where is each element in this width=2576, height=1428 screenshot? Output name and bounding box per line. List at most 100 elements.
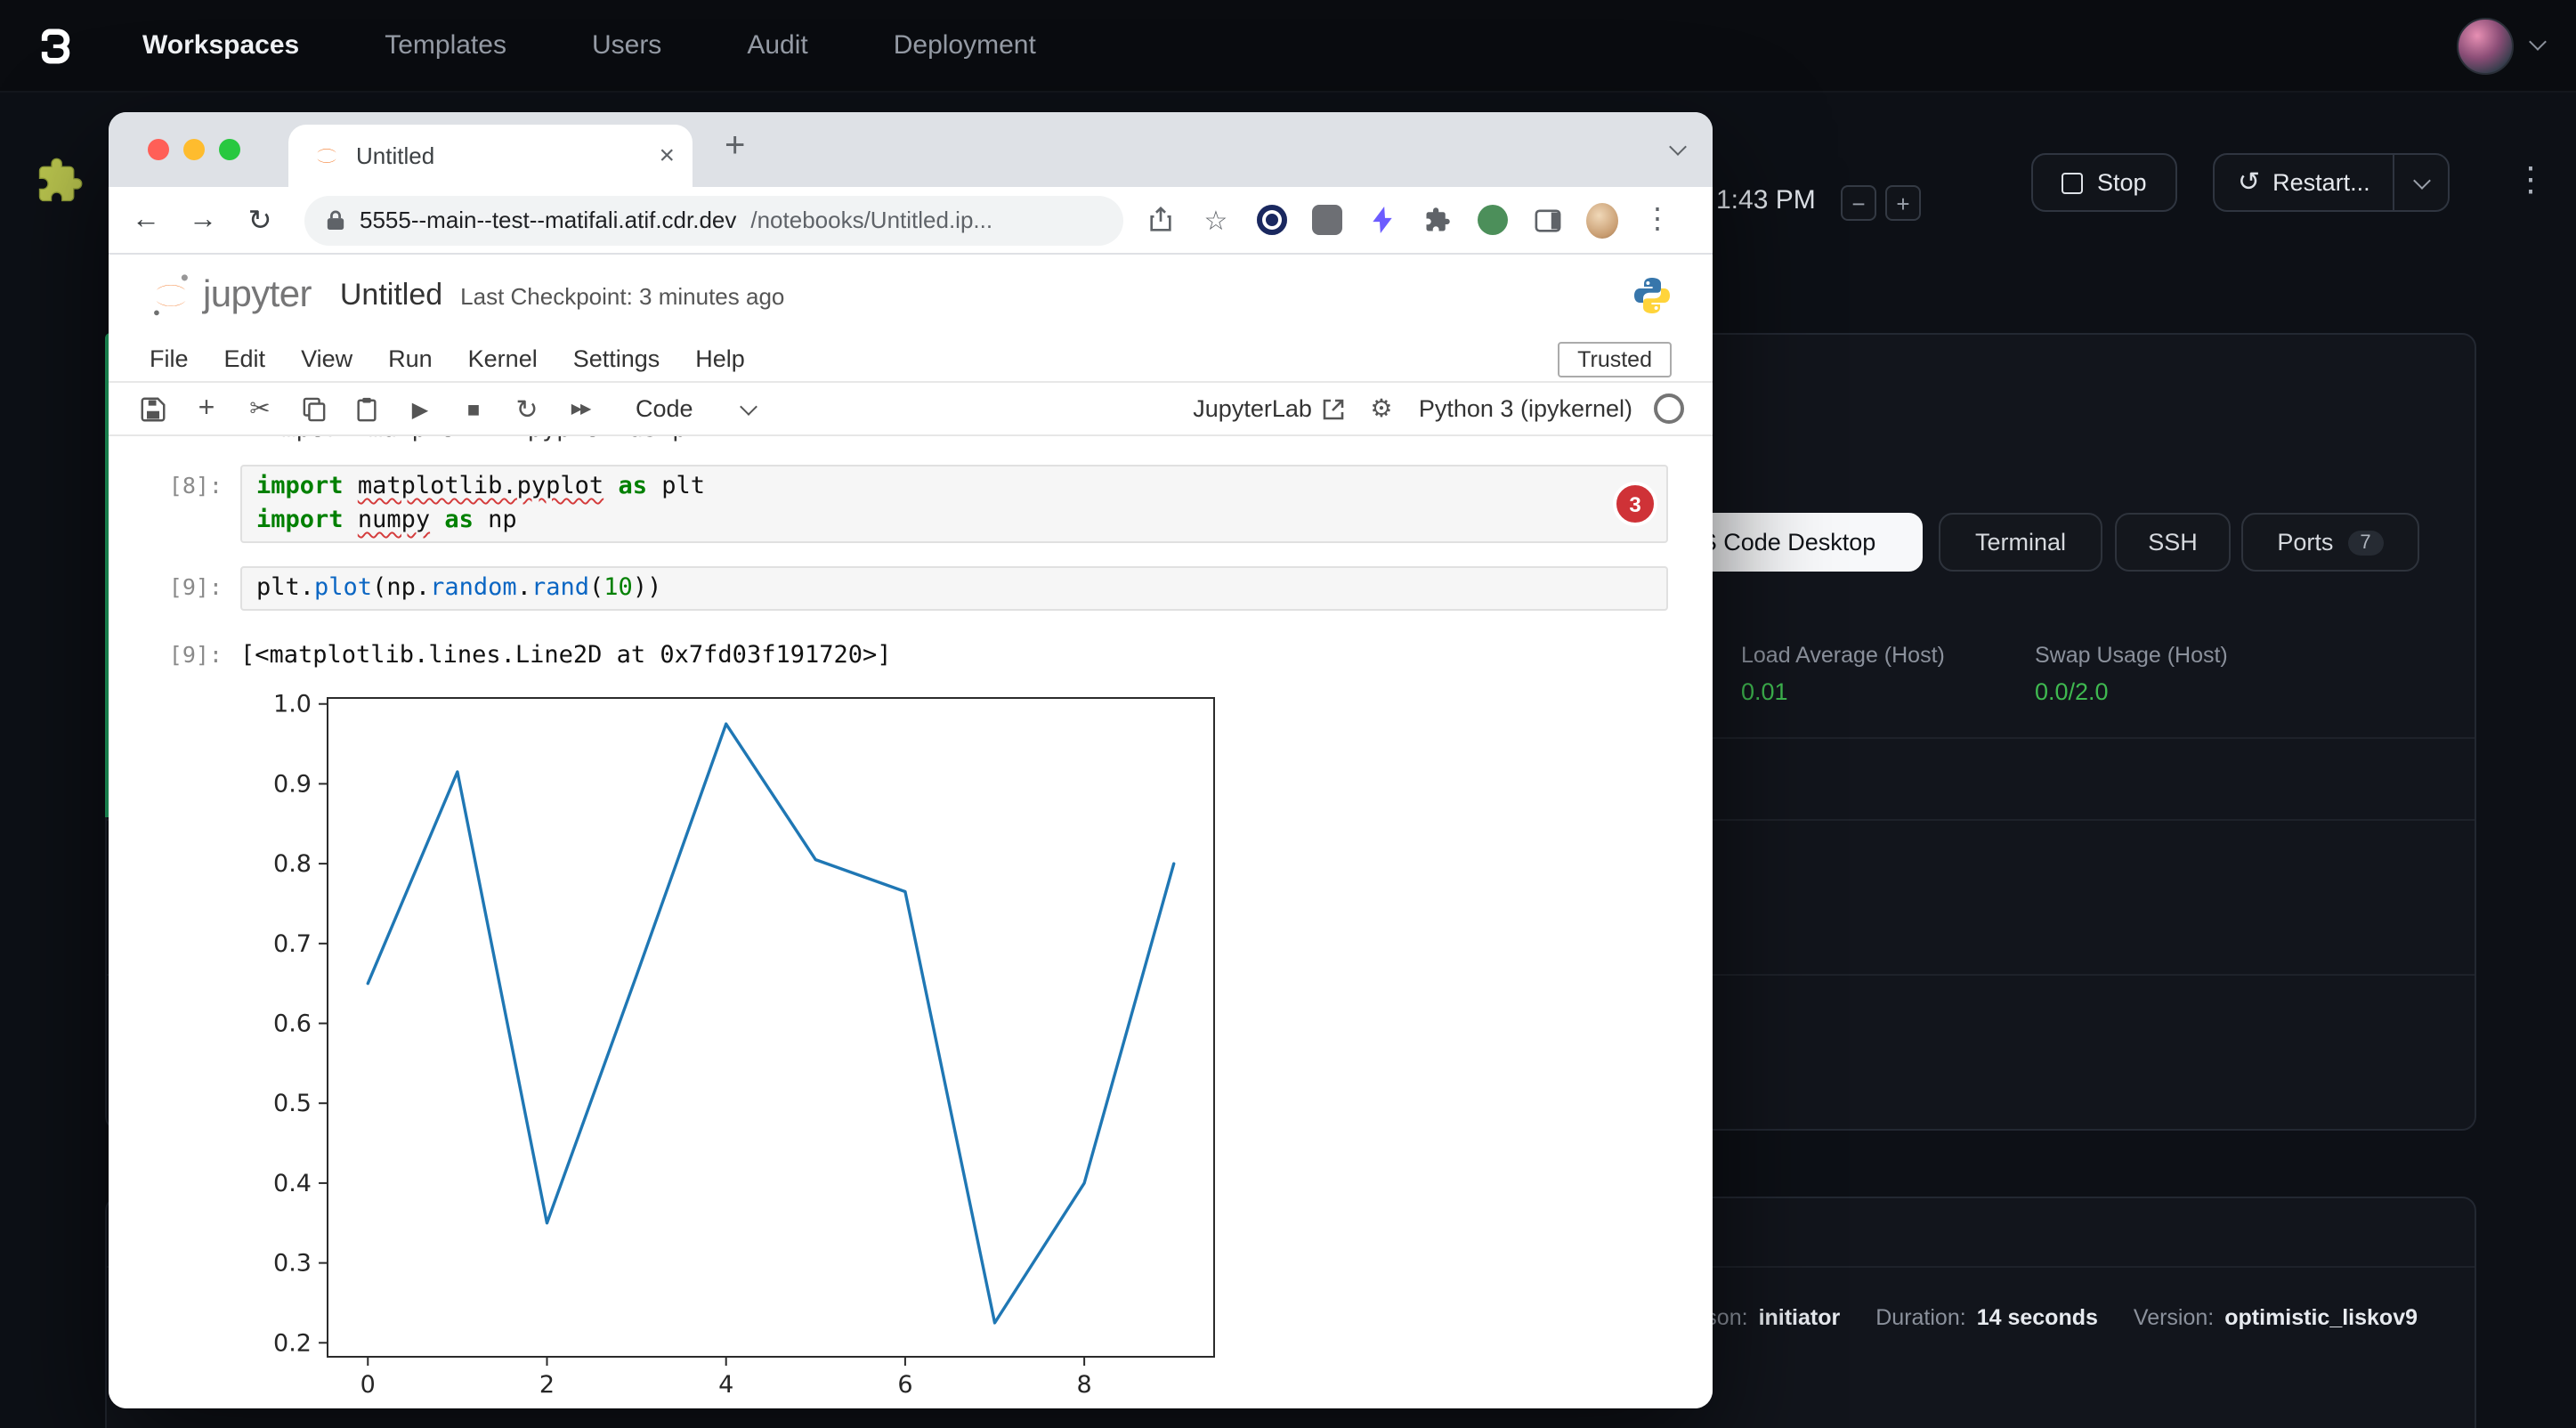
side-panel-icon[interactable] bbox=[1531, 204, 1563, 236]
tab-search-chevron-icon[interactable] bbox=[1669, 138, 1687, 156]
interrupt-kernel-icon[interactable]: ■ bbox=[458, 393, 490, 425]
svg-text:0.6: 0.6 bbox=[273, 1010, 312, 1038]
clipped-cell-top: import matplotlib.pyplot as plt bbox=[267, 436, 1713, 449]
stat-value: 0.0/2.0 bbox=[2035, 678, 2228, 705]
svg-text:0.5: 0.5 bbox=[273, 1090, 312, 1117]
output-text: [<matplotlib.lines.Line2D at 0x7fd03f191… bbox=[240, 639, 892, 673]
matplotlib-figure: 0.20.30.40.50.60.70.80.91.002468 bbox=[247, 682, 1713, 1408]
svg-text:0.4: 0.4 bbox=[273, 1170, 312, 1197]
forward-button[interactable]: → bbox=[187, 204, 219, 236]
user-avatar[interactable] bbox=[2457, 17, 2514, 74]
extensions-puzzle-icon[interactable] bbox=[1421, 204, 1453, 236]
stop-workspace-button[interactable]: Stop bbox=[2031, 153, 2177, 212]
duration-value: 14 seconds bbox=[1977, 1305, 2098, 1330]
nav-item-users[interactable]: Users bbox=[592, 30, 661, 61]
puzzle-extension-icon[interactable] bbox=[36, 157, 84, 205]
cell-input[interactable]: plt.plot(np.random.rand(10)) bbox=[240, 566, 1668, 611]
nav-item-templates[interactable]: Templates bbox=[385, 30, 506, 61]
cell-type-dropdown[interactable]: Code bbox=[636, 395, 756, 422]
schedule-increase-button[interactable]: + bbox=[1885, 185, 1921, 221]
browser-window: Untitled × + ← → ↻ 5555--main--test--mat… bbox=[109, 112, 1713, 1408]
terminal-button[interactable]: Terminal bbox=[1939, 513, 2102, 572]
menu-view[interactable]: View bbox=[283, 345, 370, 372]
new-tab-button[interactable]: + bbox=[725, 126, 745, 167]
extension-icon-gray[interactable] bbox=[1310, 204, 1342, 236]
restart-kernel-icon[interactable]: ↻ bbox=[511, 393, 543, 425]
browser-tab[interactable]: Untitled × bbox=[288, 125, 693, 187]
chevron-down-icon[interactable] bbox=[2529, 33, 2547, 51]
schedule-decrease-button[interactable]: − bbox=[1841, 185, 1876, 221]
browser-tabstrip: Untitled × + bbox=[109, 112, 1713, 187]
menu-help[interactable]: Help bbox=[677, 345, 763, 372]
main-nav: Workspaces Templates Users Audit Deploym… bbox=[142, 30, 1036, 61]
kernel-name[interactable]: Python 3 (ipykernel) bbox=[1419, 395, 1632, 422]
notebook-checkpoint: Last Checkpoint: 3 minutes ago bbox=[460, 282, 784, 309]
code-cell-8[interactable]: [8]: import matplotlib.pyplot as plt imp… bbox=[109, 465, 1713, 543]
extension-icon-green[interactable] bbox=[1476, 204, 1508, 236]
notebook-title[interactable]: Untitled bbox=[340, 278, 442, 313]
svg-text:0: 0 bbox=[360, 1371, 376, 1399]
restart-run-all-icon[interactable]: ▶▶ bbox=[564, 393, 596, 425]
debugger-icon[interactable]: ⚙ bbox=[1365, 393, 1397, 425]
back-button[interactable]: ← bbox=[130, 204, 162, 236]
top-navbar: Workspaces Templates Users Audit Deploym… bbox=[0, 0, 2576, 93]
restart-options-button[interactable] bbox=[2395, 155, 2449, 210]
workspace-menu-button[interactable]: ⋮ bbox=[2514, 164, 2548, 198]
version-value[interactable]: optimistic_liskov9 bbox=[2224, 1305, 2418, 1330]
svg-text:0.2: 0.2 bbox=[273, 1329, 312, 1357]
bookmark-star-icon[interactable]: ☆ bbox=[1200, 204, 1232, 236]
tab-title: Untitled bbox=[356, 142, 643, 169]
input-prompt: [8]: bbox=[109, 465, 240, 543]
paste-cell-icon[interactable] bbox=[351, 393, 383, 425]
trusted-button[interactable]: Trusted bbox=[1558, 341, 1672, 377]
external-link-icon bbox=[1323, 398, 1344, 419]
open-jupyterlab-link[interactable]: JupyterLab bbox=[1193, 395, 1312, 422]
extension-icon-1password[interactable] bbox=[1255, 204, 1287, 236]
svg-text:0.9: 0.9 bbox=[273, 770, 312, 798]
ssh-button[interactable]: SSH bbox=[2115, 513, 2231, 572]
window-zoom-button[interactable] bbox=[219, 139, 240, 160]
restart-workspace-button[interactable]: ↺ Restart... bbox=[2215, 155, 2394, 210]
save-icon[interactable] bbox=[137, 393, 169, 425]
tab-close-icon[interactable]: × bbox=[659, 142, 675, 169]
coder-logo[interactable] bbox=[32, 22, 78, 69]
browser-toolbar: ← → ↻ 5555--main--test--matifali.atif.cd… bbox=[109, 187, 1713, 255]
browser-menu-icon[interactable]: ⋮ bbox=[1641, 204, 1673, 236]
copy-cell-icon[interactable] bbox=[297, 393, 329, 425]
browser-profile-avatar[interactable] bbox=[1586, 204, 1618, 236]
menu-edit[interactable]: Edit bbox=[207, 345, 284, 372]
restart-icon: ↺ bbox=[2238, 169, 2260, 196]
stat-load-average: Load Average (Host) 0.01 bbox=[1741, 643, 1945, 705]
url-domain: 5555--main--test--matifali.atif.cdr.dev bbox=[360, 207, 736, 233]
menu-kernel[interactable]: Kernel bbox=[450, 345, 555, 372]
cell-input[interactable]: import matplotlib.pyplot as plt import n… bbox=[240, 465, 1668, 543]
stop-label: Stop bbox=[2097, 169, 2147, 196]
extension-icon-bolt[interactable] bbox=[1365, 204, 1397, 236]
cut-cell-icon[interactable]: ✂ bbox=[244, 393, 276, 425]
menu-run[interactable]: Run bbox=[370, 345, 450, 372]
address-bar[interactable]: 5555--main--test--matifali.atif.cdr.dev /… bbox=[304, 195, 1123, 245]
svg-text:0.3: 0.3 bbox=[273, 1250, 312, 1278]
notebook-body: import matplotlib.pyplot as plt [8]: imp… bbox=[109, 436, 1713, 1408]
url-path: /notebooks/Untitled.ip... bbox=[750, 207, 992, 233]
window-minimize-button[interactable] bbox=[183, 139, 205, 160]
menu-settings[interactable]: Settings bbox=[555, 345, 678, 372]
screen: Workspaces Templates Users Audit Deploym… bbox=[0, 0, 2576, 1428]
run-cell-icon[interactable]: ▶ bbox=[404, 393, 436, 425]
nav-item-workspaces[interactable]: Workspaces bbox=[142, 30, 299, 61]
reload-button[interactable]: ↻ bbox=[244, 204, 276, 236]
ports-button[interactable]: Ports 7 bbox=[2241, 513, 2419, 572]
restart-workspace-split-button: ↺ Restart... bbox=[2213, 153, 2450, 212]
output-prompt: [9]: bbox=[109, 639, 240, 673]
menu-file[interactable]: File bbox=[150, 345, 207, 372]
nav-item-deployment[interactable]: Deployment bbox=[894, 30, 1036, 61]
stop-icon bbox=[2062, 172, 2083, 193]
add-cell-icon[interactable]: + bbox=[190, 393, 223, 425]
nav-item-audit[interactable]: Audit bbox=[747, 30, 807, 61]
share-icon[interactable] bbox=[1145, 204, 1177, 236]
stat-label: Swap Usage (Host) bbox=[2035, 643, 2228, 668]
code-cell-9[interactable]: [9]: plt.plot(np.random.rand(10)) bbox=[109, 566, 1713, 611]
window-close-button[interactable] bbox=[148, 139, 169, 160]
jupyter-logo bbox=[150, 272, 192, 319]
version-label: Version: bbox=[2134, 1305, 2214, 1330]
